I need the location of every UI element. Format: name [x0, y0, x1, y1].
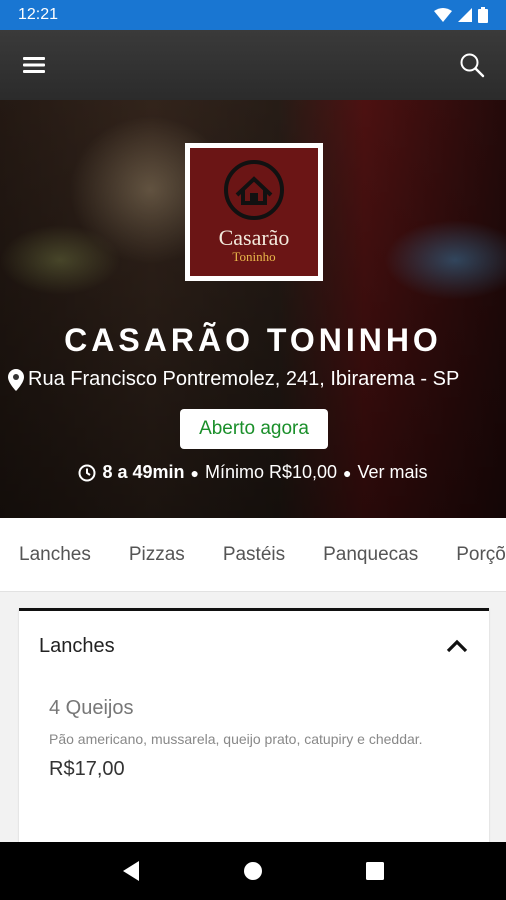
menu-section-card: Lanches 4 Queijos Pão americano, mussare… — [19, 608, 489, 848]
status-icons — [434, 7, 488, 23]
back-button[interactable] — [116, 856, 146, 886]
menu-item-name: 4 Queijos — [49, 697, 134, 719]
back-triangle-icon — [123, 861, 139, 881]
location-pin-icon — [8, 368, 24, 391]
separator-dot: ● — [343, 464, 352, 481]
status-bar: 12:21 — [0, 0, 506, 30]
tab-pasteis[interactable]: Pastéis — [204, 544, 304, 566]
address-text: Rua Francisco Pontremolez, 241, Ibirarem… — [28, 368, 460, 390]
logo-subtitle: Toninho — [232, 249, 276, 264]
battery-icon — [478, 7, 488, 23]
minimum-order: Mínimo R$10,00 — [204, 462, 338, 482]
home-circle-icon — [244, 862, 262, 880]
tab-porcoes[interactable]: Porções — [437, 544, 506, 566]
collapse-button[interactable] — [443, 632, 471, 660]
section-title: Lanches — [39, 634, 115, 657]
tab-lanches[interactable]: Lanches — [0, 544, 110, 566]
restaurant-logo: Casarão Toninho — [185, 143, 323, 281]
chevron-up-icon — [446, 639, 468, 653]
signal-icon — [458, 8, 472, 22]
menu-button[interactable] — [20, 51, 48, 79]
system-nav-bar — [0, 842, 506, 900]
restaurant-address[interactable]: Rua Francisco Pontremolez, 241, Ibirarem… — [8, 368, 500, 391]
status-time: 12:21 — [18, 6, 59, 23]
menu-item-price: R$17,00 — [49, 758, 125, 780]
see-more-link[interactable]: Ver mais — [358, 462, 428, 483]
category-tabs: Lanches Pizzas Pastéis Panquecas Porções — [0, 518, 506, 592]
app-bar — [0, 30, 506, 100]
delivery-info: 8 a 49min ● Mínimo R$10,00 ● Ver mais — [0, 462, 506, 483]
tab-panquecas[interactable]: Panquecas — [304, 544, 437, 566]
delivery-time: 8 a 49min — [102, 462, 185, 482]
search-button[interactable] — [458, 51, 486, 79]
restaurant-hero: Casarão Toninho CASARÃO TONINHO Rua Fran… — [0, 100, 506, 518]
menu-item[interactable]: 4 Queijos Pão americano, mussarela, quei… — [49, 697, 471, 781]
recents-square-icon — [366, 862, 384, 880]
separator-dot: ● — [190, 464, 199, 481]
logo-name: Casarão — [218, 225, 290, 250]
tab-pizzas[interactable]: Pizzas — [110, 544, 204, 566]
restaurant-name: CASARÃO TONINHO — [64, 322, 442, 358]
house-logo-icon — [224, 160, 284, 220]
search-icon — [460, 53, 485, 78]
open-status-badge: Aberto agora — [180, 409, 328, 449]
menu-item-description: Pão americano, mussarela, queijo prato, … — [49, 731, 423, 747]
hamburger-icon — [23, 57, 45, 73]
section-header[interactable]: Lanches — [19, 611, 489, 667]
wifi-icon — [434, 8, 452, 22]
recents-button[interactable] — [360, 856, 390, 886]
clock-icon — [78, 464, 96, 481]
home-button[interactable] — [238, 856, 268, 886]
